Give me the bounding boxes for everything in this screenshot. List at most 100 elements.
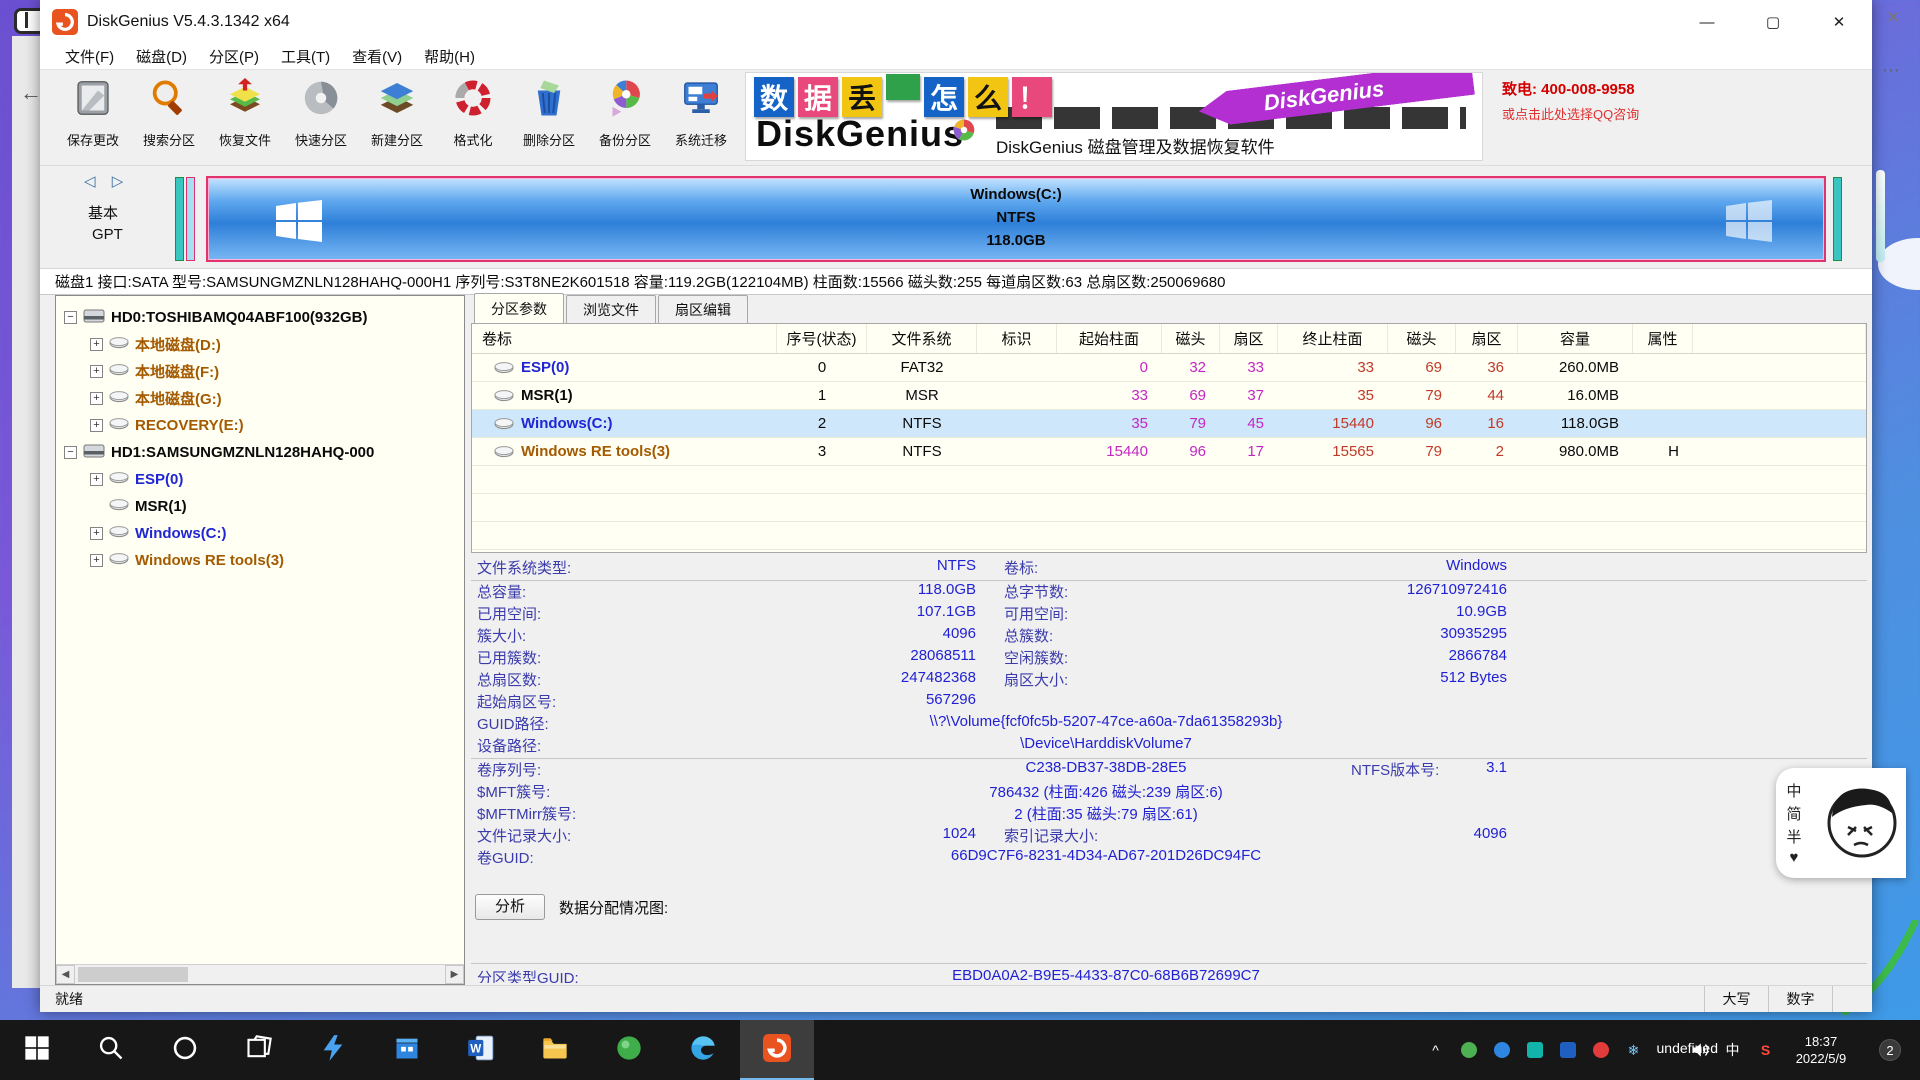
tab-浏览文件[interactable]: 浏览文件 (566, 295, 656, 323)
expand-icon[interactable]: + (90, 392, 103, 405)
taskbar-task-view[interactable] (222, 1020, 296, 1080)
notification-center[interactable]: 2 (1860, 1039, 1920, 1061)
tree-item-Windows RE tools(3)[interactable]: +Windows RE tools(3) (56, 547, 464, 574)
tray-sogou-icon[interactable]: S (1749, 1020, 1782, 1080)
table-row-Windows(C:)[interactable]: Windows(C:)2NTFS357945154409616118.0GB (472, 410, 1866, 438)
tray-chevron-up-icon[interactable]: ^ (1419, 1020, 1452, 1080)
column-header-标识[interactable]: 标识 (977, 324, 1057, 353)
taskbar-taskbar-search[interactable] (74, 1020, 148, 1080)
tray-snowflake-icon[interactable]: ❄ (1617, 1020, 1650, 1080)
column-header-扇区[interactable]: 扇区 (1220, 324, 1278, 353)
menu-item-5[interactable]: 帮助(H) (413, 46, 486, 67)
close-button[interactable]: ✕ (1806, 0, 1872, 44)
table-row-ESP(0)[interactable]: ESP(0)0FAT3203233336936260.0MB (472, 354, 1866, 382)
menu-item-4[interactable]: 查看(V) (341, 46, 413, 67)
taskbar-cortana[interactable] (148, 1020, 222, 1080)
column-header-序号(状态)[interactable]: 序号(状态) (777, 324, 867, 353)
expand-icon[interactable]: + (90, 365, 103, 378)
ime-float-panel[interactable]: 中简半 ♥ (1776, 768, 1906, 878)
expand-icon[interactable]: + (90, 554, 103, 567)
background-close-icon[interactable]: ✕ (1886, 8, 1900, 28)
collapse-icon[interactable]: − (64, 311, 77, 324)
expand-icon[interactable]: + (90, 419, 103, 432)
column-header-起始柱面[interactable]: 起始柱面 (1057, 324, 1162, 353)
column-header-文件系统[interactable]: 文件系统 (867, 324, 977, 353)
menu-item-0[interactable]: 文件(F) (54, 46, 125, 67)
toolbar-button-快速分区[interactable]: 快速分区 (283, 70, 359, 165)
tree-item-本地磁盘(D:)[interactable]: +本地磁盘(D:) (56, 331, 464, 358)
tree-item-Windows(C:)[interactable]: +Windows(C:) (56, 520, 464, 547)
tab-分区参数[interactable]: 分区参数 (474, 293, 564, 323)
taskbar-microsoft-store[interactable] (370, 1020, 444, 1080)
toolbar-button-删除分区[interactable]: 删除分区 (511, 70, 587, 165)
partition-nav-arrows[interactable]: ◁ ▷ (84, 172, 129, 190)
taskbar-clock[interactable]: 18:37 2022/5/9 (1782, 1033, 1860, 1067)
ime-item-0[interactable]: 中 (1786, 780, 1801, 801)
ime-item-1[interactable]: 简 (1786, 803, 1801, 824)
tree-item-HD1:SAMSUNGMZNLN128HAHQ-000[interactable]: −HD1:SAMSUNGMZNLN128HAHQ-000 (56, 439, 464, 466)
battery-icon[interactable]: undefined (1650, 1020, 1683, 1080)
menu-item-2[interactable]: 分区(P) (198, 46, 270, 67)
tray-teal-square-icon[interactable] (1518, 1020, 1551, 1080)
tree-item-ESP(0)[interactable]: +ESP(0) (56, 466, 464, 493)
partition-block-windows-c[interactable]: Windows(C:) NTFS 118.0GB (206, 176, 1826, 262)
partition-block-esp[interactable] (175, 177, 184, 261)
scrollbar-thumb[interactable] (78, 967, 188, 982)
table-row-MSR(1)[interactable]: MSR(1)1MSR33693735794416.0MB (472, 382, 1866, 410)
banner-contact[interactable]: 致电: 400-008-9958 或点击此处选择QQ咨询 (1502, 78, 1702, 123)
scroll-left-arrow-icon[interactable]: ◀ (56, 965, 75, 984)
partition-block-re-tools[interactable] (1833, 177, 1842, 261)
volume-icon[interactable] (1683, 1020, 1716, 1080)
menu-item-1[interactable]: 磁盘(D) (125, 46, 198, 67)
column-header-容量[interactable]: 容量 (1518, 324, 1633, 353)
tree-item-本地磁盘(F:)[interactable]: +本地磁盘(F:) (56, 358, 464, 385)
ime-language-indicator[interactable]: 中 (1716, 1020, 1749, 1080)
scroll-right-arrow-icon[interactable]: ▶ (445, 965, 464, 984)
column-header-磁头[interactable]: 磁头 (1162, 324, 1220, 353)
tab-扇区编辑[interactable]: 扇区编辑 (658, 295, 748, 323)
back-arrow-icon[interactable]: ← (20, 80, 42, 106)
menu-item-3[interactable]: 工具(T) (270, 46, 341, 67)
tray-red-circle-icon[interactable] (1584, 1020, 1617, 1080)
taskbar-file-explorer[interactable] (518, 1020, 592, 1080)
column-header-属性[interactable]: 属性 (1633, 324, 1693, 353)
partition-block-msr[interactable] (186, 177, 195, 261)
contact-phone[interactable]: 致电: 400-008-9958 (1502, 78, 1702, 99)
tree-item-本地磁盘(G:)[interactable]: +本地磁盘(G:) (56, 385, 464, 412)
taskbar-pinned-app-green[interactable] (592, 1020, 666, 1080)
toolbar-button-备份分区[interactable]: 备份分区 (587, 70, 663, 165)
tree-item-HD0:TOSHIBAMQ04ABF100(932GB)[interactable]: −HD0:TOSHIBAMQ04ABF100(932GB) (56, 304, 464, 331)
tray-green-icon[interactable] (1452, 1020, 1485, 1080)
ime-item-3[interactable]: ♥ (1790, 849, 1799, 866)
expand-icon[interactable]: + (90, 473, 103, 486)
toolbar-button-搜索分区[interactable]: 搜索分区 (131, 70, 207, 165)
background-ellipsis-icon[interactable]: ⋯ (1882, 60, 1900, 81)
toolbar-button-保存更改[interactable]: 保存更改 (55, 70, 131, 165)
expand-icon[interactable]: + (90, 338, 103, 351)
tree-item-MSR(1)[interactable]: MSR(1) (56, 493, 464, 520)
minimize-button[interactable]: — (1674, 0, 1740, 44)
maximize-button[interactable]: ▢ (1740, 0, 1806, 44)
expand-icon[interactable]: + (90, 527, 103, 540)
taskbar-pinned-app-blue[interactable] (296, 1020, 370, 1080)
ime-item-2[interactable]: 半 (1786, 826, 1801, 847)
tray-blue-square-icon[interactable] (1551, 1020, 1584, 1080)
taskbar-edge[interactable] (666, 1020, 740, 1080)
column-header-终止柱面[interactable]: 终止柱面 (1278, 324, 1388, 353)
ad-banner[interactable]: DiskGenius 数据丢怎么！ DiskGenius DiskGenius … (745, 72, 1483, 161)
toolbar-button-格式化[interactable]: 格式化 (435, 70, 511, 165)
taskbar-word[interactable]: W (444, 1020, 518, 1080)
toolbar-button-新建分区[interactable]: 新建分区 (359, 70, 435, 165)
toolbar-button-系统迁移[interactable]: 系统迁移 (663, 70, 739, 165)
table-row-Windows RE tools(3)[interactable]: Windows RE tools(3)3NTFS1544096171556579… (472, 438, 1866, 466)
tree-horizontal-scrollbar[interactable]: ◀ ▶ (56, 964, 464, 984)
toolbar-button-恢复文件[interactable]: 恢复文件 (207, 70, 283, 165)
column-header-卷标[interactable]: 卷标 (472, 324, 777, 353)
taskbar-diskgenius[interactable] (740, 1020, 814, 1080)
column-header-扇区[interactable]: 扇区 (1456, 324, 1518, 353)
tree-item-RECOVERY(E:)[interactable]: +RECOVERY(E:) (56, 412, 464, 439)
tray-blue-circle-icon[interactable] (1485, 1020, 1518, 1080)
collapse-icon[interactable]: − (64, 446, 77, 459)
taskbar-start-button[interactable] (0, 1020, 74, 1080)
column-header-磁头[interactable]: 磁头 (1388, 324, 1456, 353)
